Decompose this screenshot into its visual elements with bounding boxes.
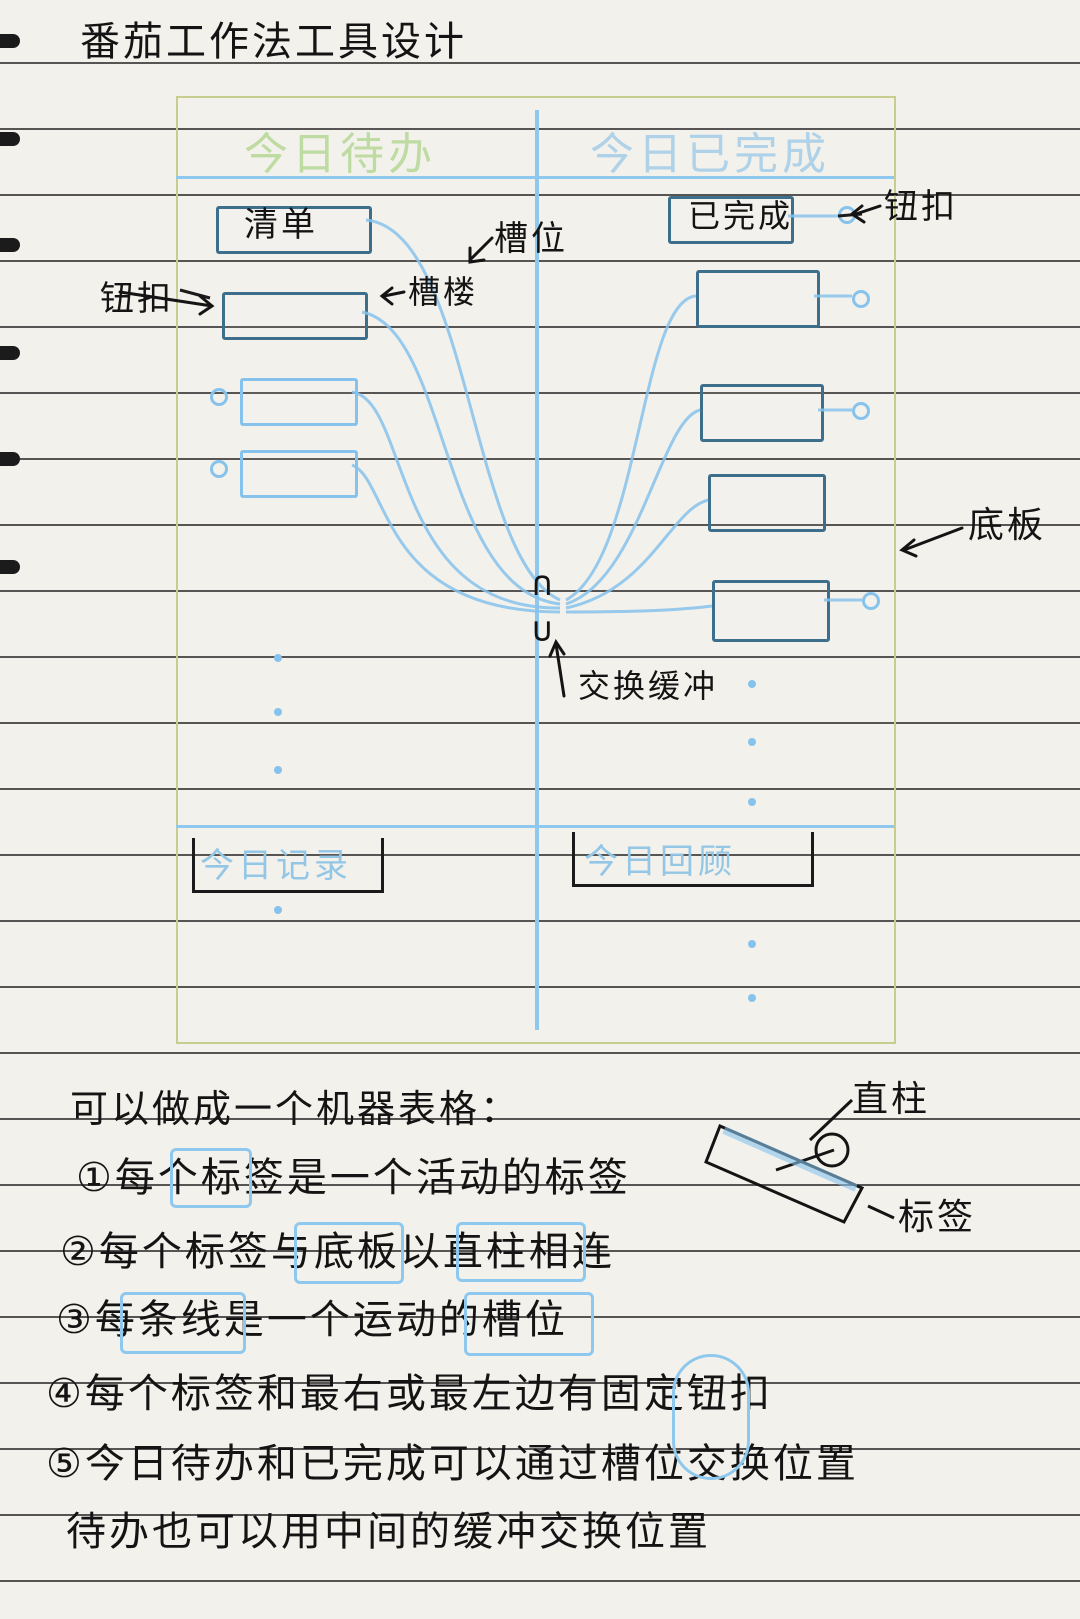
- card-done-5[interactable]: [712, 580, 830, 642]
- highlight-button: [672, 1354, 750, 1480]
- card-done-2[interactable]: [696, 270, 820, 328]
- button-todo-4[interactable]: [210, 460, 228, 478]
- annotation-slot: 槽位: [494, 219, 568, 259]
- buffer-top: ∩: [532, 564, 553, 604]
- highlight-slot: [464, 1292, 594, 1356]
- highlight-label: [170, 1148, 252, 1208]
- button-done-1[interactable]: [838, 206, 856, 224]
- button-done-2[interactable]: [852, 290, 870, 308]
- highlight-board: [294, 1222, 404, 1284]
- card-list-label: 清单: [244, 205, 318, 245]
- card-done-label: 已完成: [688, 197, 794, 235]
- card-todo-4[interactable]: [240, 450, 358, 498]
- card-done-3[interactable]: [700, 384, 824, 442]
- highlight-line: [120, 1292, 246, 1354]
- ellipsis-dot: [274, 654, 282, 662]
- annotation-label: 标签: [898, 1197, 977, 1238]
- tab-done[interactable]: 今日已完成: [590, 118, 830, 182]
- ellipsis-dot: [748, 994, 756, 1002]
- page-title: 番茄工作法工具设计: [80, 19, 467, 65]
- buffer-bottom: ∪: [532, 610, 553, 650]
- tab-todo[interactable]: 今日待办: [244, 118, 436, 182]
- ellipsis-dot: [748, 940, 756, 948]
- button-done-3[interactable]: [852, 402, 870, 420]
- ellipsis-dot: [748, 680, 756, 688]
- card-todo-2[interactable]: [222, 292, 368, 340]
- ellipsis-dot: [748, 798, 756, 806]
- bins-divider: [176, 825, 894, 828]
- annotation-slot-struck: 槽楼: [408, 273, 479, 311]
- annotation-button-left: 钮扣: [100, 279, 174, 319]
- annotation-pillar: 直柱: [852, 1079, 931, 1120]
- notes-intro: 可以做成一个机器表格：: [70, 1087, 522, 1131]
- note-item-6: 待办也可以用中间的缓冲交换位置: [66, 1509, 711, 1555]
- button-done-5[interactable]: [862, 592, 880, 610]
- ellipsis-dot: [274, 766, 282, 774]
- annotation-board: 底板: [968, 505, 1047, 546]
- note-item-1: ①每个标签是一个活动的标签: [76, 1155, 631, 1201]
- ellipsis-dot: [274, 906, 282, 914]
- annotation-button-right: 钮扣: [884, 187, 958, 227]
- ellipsis-dot: [274, 708, 282, 716]
- card-done-4[interactable]: [708, 474, 826, 532]
- annotation-swap-buffer: 交换缓冲: [578, 667, 719, 705]
- highlight-pillar: [456, 1222, 586, 1282]
- card-todo-3[interactable]: [240, 378, 358, 426]
- note-item-4: ④每个标签和最右或最左边有固定钮扣: [46, 1371, 773, 1417]
- ellipsis-dot: [748, 738, 756, 746]
- bin-review-label: 今日回顾: [584, 842, 736, 882]
- button-todo-3[interactable]: [210, 388, 228, 406]
- bin-record-label: 今日记录: [200, 846, 352, 886]
